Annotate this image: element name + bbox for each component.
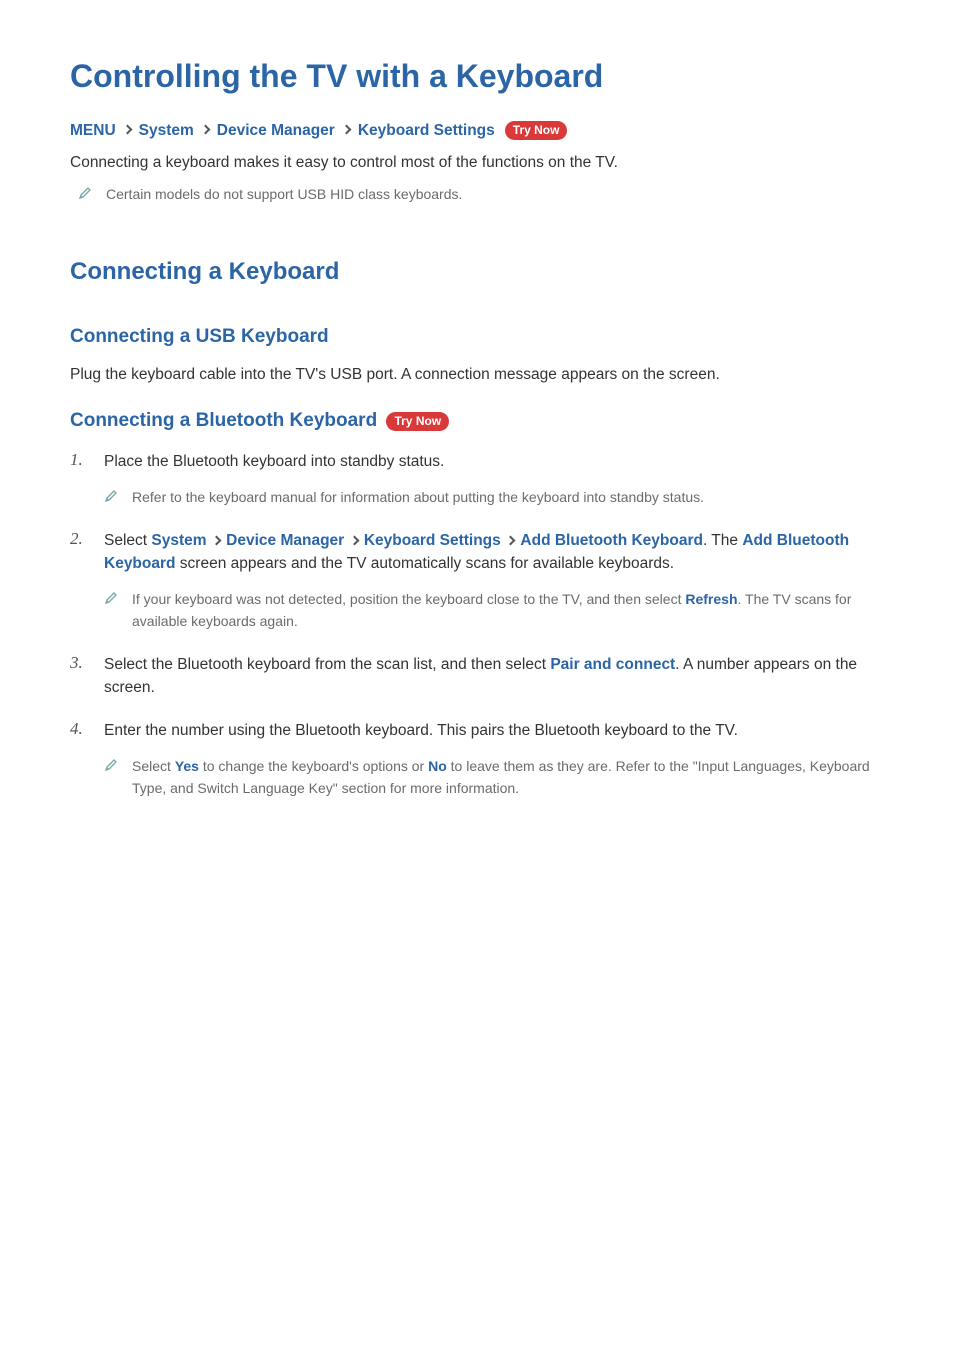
pencil-icon <box>78 186 92 200</box>
list-number: 1. <box>70 450 88 509</box>
list-number: 3. <box>70 653 88 700</box>
chevron-right-icon <box>211 535 221 545</box>
note-text: Select Yes to change the keyboard's opti… <box>132 756 884 799</box>
menu-path: MENU System Device Manager Keyboard Sett… <box>70 121 884 140</box>
list-item: 1. Place the Bluetooth keyboard into sta… <box>70 450 884 509</box>
note-text: If your keyboard was not detected, posit… <box>132 589 884 632</box>
section-heading-connecting: Connecting a Keyboard <box>70 258 884 286</box>
try-now-badge[interactable]: Try Now <box>386 412 449 431</box>
note-pre: If your keyboard was not detected, posit… <box>132 591 685 607</box>
nav-seg-system: System <box>139 122 194 140</box>
path-seg: Device Manager <box>226 532 344 549</box>
note-pre: Select <box>132 758 175 774</box>
note-row: If your keyboard was not detected, posit… <box>104 589 884 632</box>
intro-text: Connecting a keyboard makes it easy to c… <box>70 154 884 172</box>
note-row: Certain models do not support USB HID cl… <box>78 184 884 206</box>
path-seg: System <box>151 532 206 549</box>
nav-seg-keyboard-settings: Keyboard Settings <box>358 122 495 140</box>
page-title: Controlling the TV with a Keyboard <box>70 58 884 95</box>
step-text-post: screen appears and the TV automatically … <box>176 555 675 572</box>
pencil-icon <box>104 489 118 503</box>
list-body: Select System Device Manager Keyboard Se… <box>104 529 884 633</box>
note-text: Certain models do not support USB HID cl… <box>106 184 462 206</box>
step-text-mid: . The <box>703 532 742 549</box>
chevron-right-icon <box>349 535 359 545</box>
label-refresh: Refresh <box>685 591 737 607</box>
usb-body: Plug the keyboard cable into the TV's US… <box>70 366 884 384</box>
nav-seg-device-manager: Device Manager <box>217 122 335 140</box>
list-item: 4. Enter the number using the Bluetooth … <box>70 719 884 800</box>
path-seg: Add Bluetooth Keyboard <box>520 532 703 549</box>
list-number: 2. <box>70 529 88 633</box>
list-body: Place the Bluetooth keyboard into standb… <box>104 450 884 509</box>
pencil-icon <box>104 758 118 772</box>
chevron-right-icon <box>200 125 210 135</box>
subheading-usb: Connecting a USB Keyboard <box>70 326 884 348</box>
chevron-right-icon <box>122 125 132 135</box>
note-row: Select Yes to change the keyboard's opti… <box>104 756 884 799</box>
list-body: Enter the number using the Bluetooth key… <box>104 719 884 800</box>
subheading-bluetooth-label: Connecting a Bluetooth Keyboard <box>70 410 377 431</box>
path-seg: Keyboard Settings <box>364 532 501 549</box>
list-body: Select the Bluetooth keyboard from the s… <box>104 653 884 700</box>
step-text: Enter the number using the Bluetooth key… <box>104 722 738 739</box>
list-item: 2. Select System Device Manager Keyboard… <box>70 529 884 633</box>
chevron-right-icon <box>506 535 516 545</box>
pencil-icon <box>104 591 118 605</box>
document-page: Controlling the TV with a Keyboard MENU … <box>0 0 954 890</box>
label-yes: Yes <box>175 758 199 774</box>
chevron-right-icon <box>341 125 351 135</box>
note-text: Refer to the keyboard manual for informa… <box>132 487 704 509</box>
step-text-pre: Select <box>104 532 151 549</box>
ordered-list: 1. Place the Bluetooth keyboard into sta… <box>70 450 884 800</box>
list-item: 3. Select the Bluetooth keyboard from th… <box>70 653 884 700</box>
list-number: 4. <box>70 719 88 800</box>
step-text: Place the Bluetooth keyboard into standb… <box>104 453 444 470</box>
step-text-pre: Select the Bluetooth keyboard from the s… <box>104 656 550 673</box>
subheading-bluetooth: Connecting a Bluetooth Keyboard Try Now <box>70 410 884 432</box>
note-row: Refer to the keyboard manual for informa… <box>104 487 884 509</box>
try-now-badge[interactable]: Try Now <box>505 121 568 140</box>
label-pair-connect: Pair and connect <box>550 656 675 673</box>
nav-seg-menu: MENU <box>70 122 116 140</box>
label-no: No <box>428 758 447 774</box>
note-mid: to change the keyboard's options or <box>199 758 428 774</box>
